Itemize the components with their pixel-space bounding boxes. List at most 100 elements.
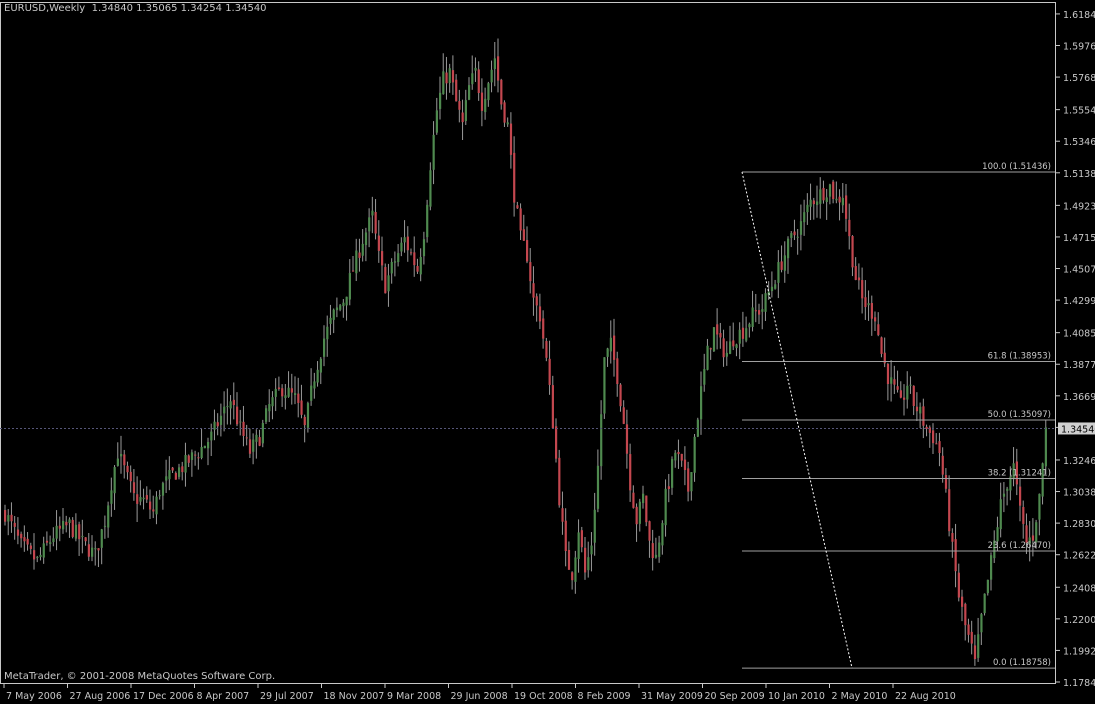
- candle: [970, 620, 973, 655]
- candle-body: [381, 251, 384, 266]
- candle-body: [310, 385, 313, 401]
- candle-body: [564, 520, 567, 552]
- candle-body: [735, 344, 738, 349]
- candle-body: [780, 261, 783, 270]
- candle: [426, 199, 429, 243]
- candle-body: [319, 358, 322, 373]
- price-chart[interactable]: 1.61845 1.59765 1.57685 1.55540 1.53460 1.513…: [0, 0, 1095, 704]
- candle: [335, 297, 339, 318]
- candle-body: [542, 318, 545, 339]
- candle-body: [74, 524, 78, 539]
- candle-body: [954, 539, 957, 572]
- candle-body: [52, 538, 55, 543]
- candle: [229, 395, 232, 425]
- candle: [741, 311, 745, 347]
- candle-body: [938, 441, 941, 454]
- candle-body: [658, 542, 661, 557]
- candle-body: [729, 341, 732, 354]
- candle: [461, 99, 464, 140]
- candle-body: [819, 189, 822, 204]
- candle: [664, 479, 667, 537]
- candle: [410, 248, 413, 256]
- candle-body: [274, 388, 277, 397]
- candle: [403, 220, 406, 253]
- candle-body: [277, 387, 281, 389]
- candle: [451, 55, 455, 95]
- candle: [635, 503, 638, 542]
- candle: [812, 197, 815, 220]
- candle: [390, 258, 393, 284]
- candle: [432, 121, 435, 185]
- candle: [838, 189, 841, 221]
- candle: [181, 461, 184, 481]
- candle: [10, 502, 13, 533]
- candle: [973, 634, 977, 666]
- candle-body: [951, 533, 954, 542]
- candle: [558, 449, 561, 508]
- candle-body: [732, 340, 735, 347]
- candle-body: [725, 352, 728, 357]
- candle-body: [171, 467, 174, 471]
- candle-body: [841, 197, 844, 206]
- chart-window[interactable]: 1.61845 1.59765 1.57685 1.55540 1.53460 1.513…: [0, 0, 1095, 704]
- y-tick-label: 1.40850: [1063, 329, 1095, 340]
- candle-body: [190, 452, 194, 460]
- candle: [471, 55, 474, 90]
- candle-body: [384, 267, 387, 294]
- candle: [435, 97, 438, 135]
- candle-body: [506, 122, 509, 125]
- candle-body: [62, 520, 65, 530]
- candle-body: [155, 496, 158, 515]
- candle-body: [371, 210, 374, 216]
- candle-body: [986, 579, 989, 594]
- candle-body: [100, 529, 103, 548]
- candle: [4, 504, 7, 526]
- candle: [793, 219, 796, 241]
- candle-body: [281, 388, 284, 397]
- y-tick-label: 1.28305: [1063, 519, 1095, 530]
- candle: [758, 303, 761, 325]
- candle: [268, 389, 271, 422]
- candle-body: [973, 645, 977, 660]
- candle: [584, 537, 587, 580]
- candle-body: [593, 509, 596, 543]
- candle-body: [571, 572, 574, 581]
- candle-body: [596, 465, 600, 509]
- candle-body: [290, 388, 293, 393]
- candle-body: [239, 421, 242, 423]
- candle: [980, 612, 983, 646]
- candle: [593, 492, 596, 556]
- candle-body: [635, 506, 638, 525]
- candle-body: [616, 358, 619, 385]
- candle-body: [787, 238, 790, 259]
- candle: [506, 117, 509, 127]
- candle-body: [500, 79, 503, 105]
- candle-body: [935, 443, 938, 445]
- candle: [822, 180, 825, 204]
- candle: [555, 418, 558, 463]
- candle: [787, 236, 790, 274]
- candle: [416, 258, 419, 274]
- candle-body: [864, 297, 867, 308]
- candle-body: [203, 445, 206, 449]
- candle-body: [197, 457, 200, 459]
- candle-body: [642, 493, 645, 504]
- candle: [874, 311, 877, 332]
- candle: [149, 489, 152, 519]
- candle: [935, 433, 938, 445]
- candle: [1019, 477, 1022, 522]
- candle: [625, 409, 629, 469]
- candle-body: [348, 273, 351, 300]
- candle-body: [68, 519, 71, 523]
- candle: [1038, 493, 1041, 536]
- candle-body: [158, 495, 161, 497]
- candle: [497, 38, 500, 93]
- candle: [445, 56, 448, 100]
- candle-body: [825, 197, 828, 202]
- candle: [770, 271, 774, 298]
- candle: [535, 293, 538, 322]
- candle-body: [207, 442, 210, 449]
- candle: [867, 290, 870, 321]
- candle-body: [738, 329, 741, 344]
- candle: [84, 537, 87, 546]
